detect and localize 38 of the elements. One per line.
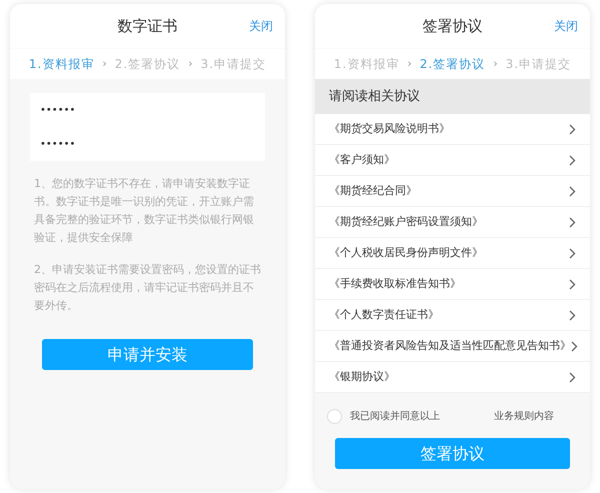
step-label: 3.申请提交 — [200, 56, 266, 73]
chevron-right-icon — [569, 248, 576, 258]
agreement-item[interactable]: 《客户须知》 — [315, 145, 590, 176]
step-label: 3.申请提交 — [506, 56, 572, 73]
chevron-right-icon — [569, 186, 576, 196]
note-text: 1、您的数字证书不存在，请申请安装数字证书。数字证书是唯一识别的凭证，开立账户需具备完整的验证环节，数字证书类似银行网银验证，提供安全保障 — [33, 176, 255, 246]
window-title: 签署协议 — [422, 16, 482, 37]
agreement-item[interactable]: 《普通投资者风险告知及适当性匹配意见告知书》 — [315, 331, 590, 362]
section-header: 请阅读相关协议 — [315, 79, 590, 114]
chevron-right-icon — [571, 340, 578, 352]
agreement-item[interactable]: 《手续费收取标准告知书》 — [315, 269, 590, 300]
note-text: 2、申请安装证书需要设置密码，您设置的证书密码在之后流程使用，请牢记证书密码并且不要外传。 — [33, 262, 262, 314]
agreement-item[interactable]: 《期货经纪合同》 — [315, 176, 590, 207]
chevron-right-icon — [569, 310, 576, 320]
window-title: 数字证书 — [118, 16, 178, 37]
agreement-item[interactable]: 《期货交易风险说明书》 — [315, 114, 590, 145]
step-separator: › — [493, 56, 498, 72]
chevron-right-icon — [569, 124, 576, 134]
password-field[interactable]: •••••• — [40, 93, 255, 127]
step-label: 2.签署协议 — [114, 56, 180, 73]
chevron-right-icon — [569, 278, 576, 290]
password-field[interactable]: •••••• — [40, 127, 255, 161]
step-separator: › — [407, 56, 412, 72]
step-label: 2.签署协议 — [420, 56, 486, 73]
step-separator: › — [188, 56, 193, 72]
chevron-right-icon — [569, 372, 576, 382]
consent-checkbox[interactable] — [327, 409, 342, 424]
agreement-item[interactable]: 《期货经纪账户密码设置须知》 — [315, 207, 590, 238]
consent-text: 业务规则内容 — [494, 410, 554, 424]
agreement-item[interactable]: 《个人税收居民身份声明文件》 — [315, 238, 590, 269]
agreement-item[interactable]: 《个人数字责任证书》 — [315, 300, 590, 331]
consent-text: 我已阅读并同意以上 — [350, 410, 440, 424]
chevron-right-icon — [569, 154, 576, 166]
chevron-right-icon — [569, 216, 576, 228]
step-label: 1.资料报审 — [334, 56, 400, 73]
step-label: 1.资料报审 — [28, 56, 94, 73]
step-separator: › — [102, 56, 107, 72]
agreement-item[interactable]: 《银期协议》 — [315, 362, 590, 393]
